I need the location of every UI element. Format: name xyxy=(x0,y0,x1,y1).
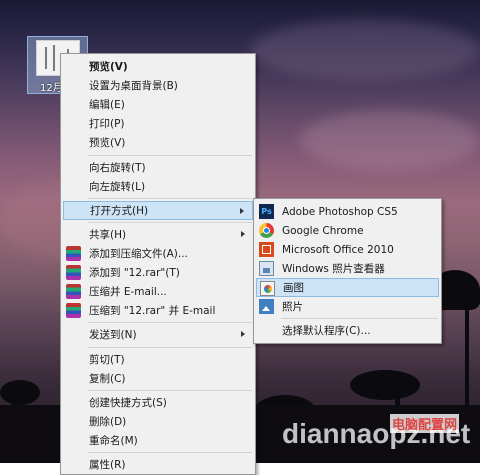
menu-item-label: 选择默认程序(C)... xyxy=(282,325,371,337)
menu-item-edit[interactable]: 编辑(E) xyxy=(63,95,253,114)
palm-tree-fronds xyxy=(350,370,420,400)
cloud-shape xyxy=(250,20,480,80)
menu-item-rename[interactable]: 重命名(M) xyxy=(63,431,253,450)
submenu-arrow-icon xyxy=(240,208,244,214)
office-icon xyxy=(259,242,274,257)
watermark-chinese-text: 电脑配置网 xyxy=(390,414,460,433)
menu-separator xyxy=(88,452,252,453)
menu-item-label: 编辑(E) xyxy=(89,99,125,111)
menu-item-compress-email[interactable]: 压缩并 E-mail... xyxy=(63,282,253,301)
menu-item-delete[interactable]: 删除(D) xyxy=(63,412,253,431)
menu-item-open-with[interactable]: 打开方式(H) xyxy=(63,201,253,220)
menu-separator xyxy=(88,155,252,156)
menu-item-label: 照片 xyxy=(282,301,303,313)
cloud-shape xyxy=(300,110,480,170)
winrar-icon xyxy=(66,303,81,318)
menu-item-label: 添加到压缩文件(A)... xyxy=(89,248,188,260)
menu-item-label: 发送到(N) xyxy=(89,329,137,341)
menu-item-label: Windows 照片查看器 xyxy=(282,263,385,275)
menu-item-create-shortcut[interactable]: 创建快捷方式(S) xyxy=(63,393,253,412)
menu-separator xyxy=(88,322,252,323)
menu-item-preview-default[interactable]: 预览(V) xyxy=(63,57,253,76)
submenu-arrow-icon xyxy=(241,231,245,237)
palm-tree-fronds xyxy=(0,380,40,405)
menu-item-label: 创建快捷方式(S) xyxy=(89,397,167,409)
menu-item-add-to-rar[interactable]: 添加到 "12.rar"(T) xyxy=(63,263,253,282)
menu-item-label: Google Chrome xyxy=(282,224,364,237)
menu-item-print[interactable]: 打印(P) xyxy=(63,114,253,133)
menu-item-set-wallpaper[interactable]: 设置为桌面背景(B) xyxy=(63,76,253,95)
winrar-icon xyxy=(66,265,81,280)
open-with-submenu: Ps Adobe Photoshop CS5 Google Chrome Micr… xyxy=(253,198,442,344)
menu-item-label: 重命名(M) xyxy=(89,435,138,447)
menu-item-rotate-left[interactable]: 向左旋转(L) xyxy=(63,177,253,196)
menu-item-send-to[interactable]: 发送到(N) xyxy=(63,325,253,344)
menu-item-add-to-archive[interactable]: 添加到压缩文件(A)... xyxy=(63,244,253,263)
menu-item-compress-rar-email[interactable]: 压缩到 "12.rar" 并 E-mail xyxy=(63,301,253,320)
menu-separator xyxy=(88,390,252,391)
menu-item-label: 画图 xyxy=(283,282,304,294)
paint-icon xyxy=(260,281,275,296)
menu-item-cut[interactable]: 剪切(T) xyxy=(63,350,253,369)
menu-item-label: 压缩到 "12.rar" 并 E-mail xyxy=(89,305,216,317)
chrome-icon xyxy=(259,223,274,238)
menu-item-label: 添加到 "12.rar"(T) xyxy=(89,267,180,279)
menu-item-properties[interactable]: 属性(R) xyxy=(63,455,253,474)
submenu-item-paint[interactable]: 画图 xyxy=(256,278,439,297)
submenu-item-chrome[interactable]: Google Chrome xyxy=(256,221,439,240)
submenu-item-office[interactable]: Microsoft Office 2010 xyxy=(256,240,439,259)
menu-item-label: 剪切(T) xyxy=(89,354,125,366)
submenu-item-photo-viewer[interactable]: Windows 照片查看器 xyxy=(256,259,439,278)
photos-icon xyxy=(259,299,274,314)
submenu-item-photoshop[interactable]: Ps Adobe Photoshop CS5 xyxy=(256,202,439,221)
menu-item-copy[interactable]: 复制(C) xyxy=(63,369,253,388)
menu-item-preview[interactable]: 预览(V) xyxy=(63,133,253,152)
photoshop-icon: Ps xyxy=(259,204,274,219)
menu-item-label: 向左旋转(L) xyxy=(89,181,146,193)
menu-item-label: 预览(V) xyxy=(89,61,128,73)
menu-item-label: 压缩并 E-mail... xyxy=(89,286,167,298)
menu-item-label: 共享(H) xyxy=(89,229,127,241)
menu-item-label: Adobe Photoshop CS5 xyxy=(282,205,398,218)
menu-item-label: 设置为桌面背景(B) xyxy=(89,80,178,92)
context-menu: 预览(V) 设置为桌面背景(B) 编辑(E) 打印(P) 预览(V) 向右旋转(… xyxy=(60,53,256,475)
palm-tree-trunk xyxy=(465,300,469,420)
menu-separator xyxy=(88,198,252,199)
menu-item-label: 删除(D) xyxy=(89,416,127,428)
menu-item-label: 打开方式(H) xyxy=(90,205,149,217)
menu-item-rotate-right[interactable]: 向右旋转(T) xyxy=(63,158,253,177)
menu-item-label: Microsoft Office 2010 xyxy=(282,243,394,256)
submenu-arrow-icon xyxy=(241,331,245,337)
menu-item-label: 打印(P) xyxy=(89,118,125,130)
menu-separator xyxy=(281,318,438,319)
menu-item-share[interactable]: 共享(H) xyxy=(63,225,253,244)
menu-item-label: 向右旋转(T) xyxy=(89,162,146,174)
photo-viewer-icon xyxy=(259,261,274,276)
winrar-icon xyxy=(66,246,81,261)
submenu-item-photos[interactable]: 照片 xyxy=(256,297,439,316)
submenu-item-choose-default[interactable]: 选择默认程序(C)... xyxy=(256,321,439,340)
menu-item-label: 预览(V) xyxy=(89,137,126,149)
menu-separator xyxy=(88,347,252,348)
menu-item-label: 复制(C) xyxy=(89,373,126,385)
menu-separator xyxy=(88,222,252,223)
menu-item-label: 属性(R) xyxy=(89,459,126,471)
winrar-icon xyxy=(66,284,81,299)
site-watermark: diannaopz.net 电脑配置网 xyxy=(282,414,472,454)
